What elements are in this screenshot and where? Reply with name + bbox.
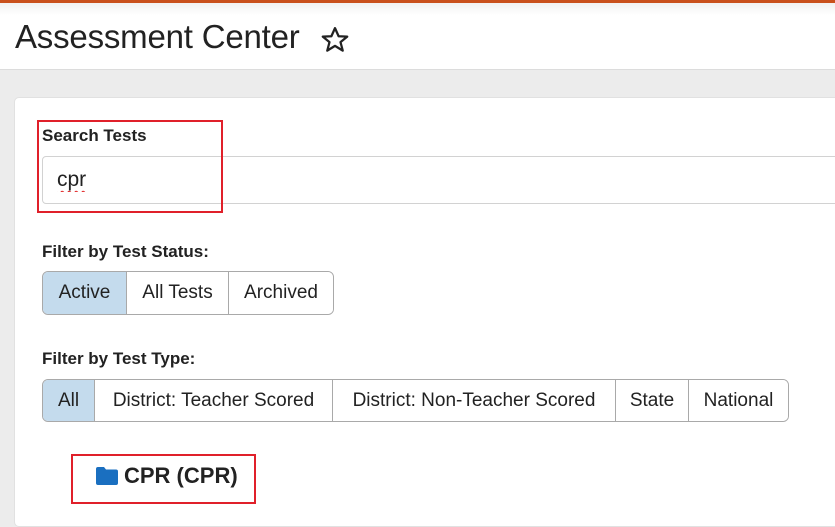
status-archived-button[interactable]: Archived [228,272,333,314]
result-label: CPR (CPR) [124,463,238,488]
search-input[interactable] [42,156,835,204]
search-label: Search Tests [42,126,147,145]
type-national-button[interactable]: National [688,380,788,421]
folder-icon [96,467,118,485]
status-filter-group: Active All Tests Archived [42,271,334,315]
page-header: Assessment Center [0,3,835,70]
type-district-non-teacher-scored-button[interactable]: District: Non-Teacher Scored [332,380,615,421]
type-filter-label: Filter by Test Type: [42,349,196,368]
type-state-button[interactable]: State [615,380,688,421]
type-district-teacher-scored-button[interactable]: District: Teacher Scored [94,380,332,421]
star-icon[interactable] [320,25,350,55]
result-item-cpr[interactable]: CPR (CPR) [95,463,238,489]
page-title: Assessment Center [15,18,300,55]
type-filter-group: All District: Teacher Scored District: N… [42,379,789,422]
status-filter-label: Filter by Test Status: [42,242,209,261]
type-all-button[interactable]: All [43,380,94,421]
status-all-tests-button[interactable]: All Tests [126,272,228,314]
status-active-button[interactable]: Active [43,272,126,314]
